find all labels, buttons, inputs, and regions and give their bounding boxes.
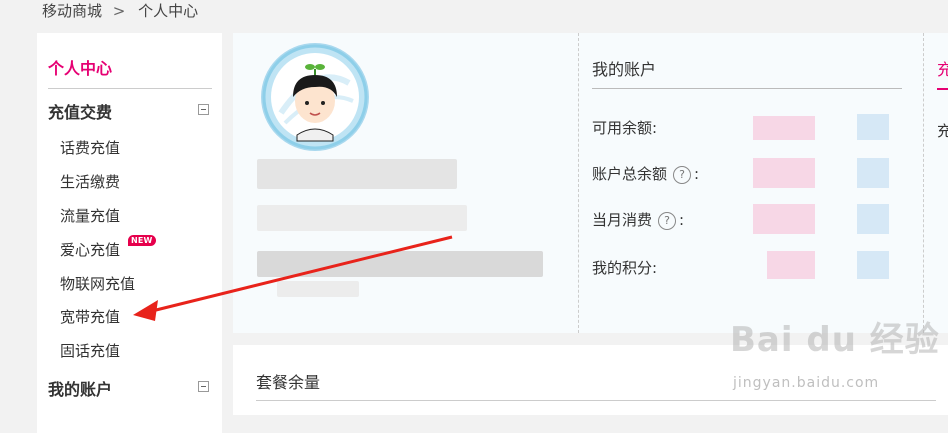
sidebar-divider	[48, 88, 212, 89]
sidebar-item-iot-recharge[interactable]: 物联网充值	[60, 273, 135, 294]
total-balance-text: 账户总余额	[592, 165, 668, 183]
package-remaining-title: 套餐余量	[256, 373, 321, 392]
available-balance-label: 可用余额:	[592, 119, 658, 137]
account-title: 我的账户	[592, 60, 657, 79]
profile-panel: 我的账户 可用余额: 账户总余额?: 当月消费?: 我的积分: 充 充	[233, 33, 948, 333]
help-icon[interactable]: ?	[658, 211, 677, 230]
account-divider	[592, 88, 902, 89]
help-icon[interactable]: ?	[673, 165, 692, 184]
recharge-panel-title[interactable]: 充	[937, 56, 948, 80]
new-badge: NEW	[128, 235, 156, 246]
collapse-icon[interactable]	[198, 104, 209, 115]
avatar[interactable]	[261, 43, 369, 151]
breadcrumb: 移动商城 > 个人中心	[42, 0, 198, 24]
sidebar-section-my-account[interactable]: 我的账户	[48, 376, 112, 400]
sidebar-item-phone-recharge[interactable]: 话费充值	[60, 137, 120, 158]
sidebar: 个人中心 充值交费 话费充值 生活缴费 流量充值 爱心充值 NEW 物联网充值 …	[37, 33, 222, 433]
watermark-logo: Bai du 经验	[730, 320, 940, 360]
blurred-username	[257, 159, 457, 189]
blurred-button	[857, 204, 889, 234]
active-tab-underline	[937, 88, 948, 90]
blurred-points	[767, 251, 815, 279]
avatar-image	[262, 44, 368, 150]
sidebar-item-landline-recharge[interactable]: 固话充值	[60, 340, 120, 361]
blurred-phone-info	[257, 251, 543, 277]
blurred-button	[857, 114, 889, 140]
blurred-button	[857, 158, 889, 188]
total-balance-label: 账户总余额?:	[592, 165, 700, 184]
blurred-available-balance	[753, 116, 815, 140]
sidebar-item-charity-recharge[interactable]: 爱心充值 NEW	[60, 235, 156, 260]
sidebar-item-broadband-recharge[interactable]: 宽带充值	[60, 306, 120, 327]
watermark-url: jingyan.baidu.com	[733, 375, 880, 391]
blurred-monthly-spending	[753, 204, 815, 234]
sidebar-item-label: 爱心充值	[60, 241, 121, 259]
blurred-button	[857, 251, 889, 279]
recharge-panel: 充 充	[923, 33, 948, 333]
account-summary: 我的账户 可用余额: 账户总余额?: 当月消费?: 我的积分:	[578, 33, 924, 333]
monthly-spending-label: 当月消费?:	[592, 211, 685, 230]
monthly-spending-text: 当月消费	[592, 211, 653, 229]
breadcrumb-current: 个人中心	[138, 2, 199, 20]
points-label: 我的积分:	[592, 259, 658, 277]
sidebar-item-data-recharge[interactable]: 流量充值	[60, 205, 120, 226]
breadcrumb-root[interactable]: 移动商城	[42, 2, 102, 20]
collapse-icon[interactable]	[198, 381, 209, 392]
blurred-total-balance	[753, 158, 815, 188]
blurred-extra-info	[277, 281, 359, 297]
breadcrumb-separator: >	[112, 2, 126, 20]
sidebar-title[interactable]: 个人中心	[48, 55, 112, 79]
blurred-level	[257, 205, 467, 231]
recharge-panel-text: 充	[937, 122, 948, 140]
package-divider	[256, 400, 936, 401]
sidebar-item-utility-payment[interactable]: 生活缴费	[60, 171, 120, 192]
sidebar-section-recharge[interactable]: 充值交费	[48, 99, 112, 123]
